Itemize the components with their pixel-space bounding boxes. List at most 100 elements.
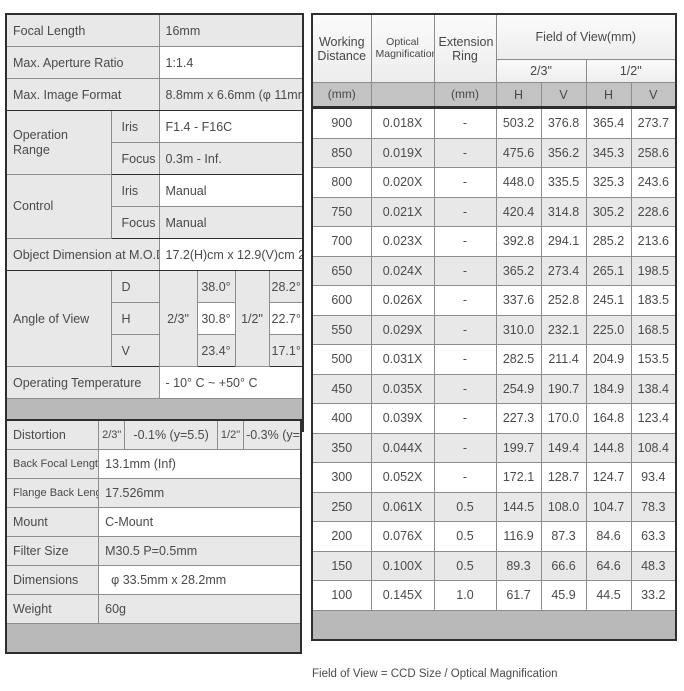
cell-optical-magnification: 0.061X <box>370 491 435 522</box>
cell-v-half: 123.4 <box>630 403 677 434</box>
cell-optical-magnification: 0.020X <box>370 167 435 198</box>
working-distance-line2: Distance <box>317 48 367 63</box>
spec-value-max-aperture-ratio: 1:1.4 <box>158 46 304 79</box>
cell-v-two-thirds: 128.7 <box>540 462 587 493</box>
cell-v-half: 138.4 <box>630 373 677 404</box>
optical-specifications-body: Focal Length 16mm Max. Aperture Ratio 1:… <box>5 13 304 432</box>
cell-extension-ring: - <box>433 344 497 375</box>
table-row: 850 0.019X -475.6 356.2 345.3 258.6 <box>311 137 677 168</box>
unit-header-optical-magnification <box>370 82 435 109</box>
cell-optical-magnification: 0.029X <box>370 314 435 345</box>
cell-h-two-thirds: 199.7 <box>495 432 542 463</box>
cell-h-two-thirds: 172.1 <box>495 462 542 493</box>
cell-h-half: 365.4 <box>585 107 632 139</box>
table-row: Mount C-Mount <box>5 507 302 537</box>
mechanical-specifications-table: Distortion 2/3" -0.1% (y=5.5) 1/2" -0.3%… <box>5 419 302 654</box>
cell-v-half: 183.5 <box>630 285 677 316</box>
table-row: 250 0.061X 0.5 144.5 108.0 104.7 78.3 <box>311 491 677 522</box>
unit-header-v-half: V <box>630 82 677 109</box>
cell-extension-ring: - <box>433 285 497 316</box>
spec-label-angle-of-view: Angle of View <box>5 270 112 367</box>
cell-working-distance: 500 <box>311 344 372 375</box>
cell-v-two-thirds: 190.7 <box>540 373 587 404</box>
cell-h-two-thirds: 61.7 <box>495 580 542 611</box>
spec-label-mount: Mount <box>5 507 100 537</box>
table-row: Weight 60g <box>5 594 302 624</box>
spec-label-max-image-format: Max. Image Format <box>5 78 160 111</box>
distortion-format-half: 1/2" <box>216 419 245 450</box>
cell-optical-magnification: 0.023X <box>370 226 435 257</box>
cell-h-half: 204.9 <box>585 344 632 375</box>
cell-extension-ring: - <box>433 462 497 493</box>
cell-h-two-thirds: 310.0 <box>495 314 542 345</box>
unit-header-v-two-thirds: V <box>540 82 587 109</box>
table-row: Distortion 2/3" -0.1% (y=5.5) 1/2" -0.3%… <box>5 419 302 450</box>
cell-h-two-thirds: 227.3 <box>495 403 542 434</box>
table-row: Flange Back Length 17.526mm <box>5 478 302 508</box>
table-row: Max. Image Format 8.8mm x 6.6mm (φ 11mm) <box>5 78 304 111</box>
cell-extension-ring: - <box>433 432 497 463</box>
cell-optical-magnification: 0.021X <box>370 196 435 227</box>
cell-extension-ring: 0.5 <box>433 521 497 552</box>
cell-v-half: 228.6 <box>630 196 677 227</box>
angle-axis-d: D <box>110 270 160 303</box>
spec-value-dimensions: φ 33.5mm x 28.2mm <box>98 565 302 595</box>
cell-working-distance: 450 <box>311 373 372 404</box>
table-row: Angle of View D 2/3" 38.0° 1/2" 28.2° <box>5 270 304 367</box>
cell-working-distance: 750 <box>311 196 372 227</box>
unit-header-working-distance: (mm) <box>311 82 372 109</box>
table-row: Dimensions φ 33.5mm x 28.2mm <box>5 565 302 595</box>
angle-value-v-two-thirds: 23.4° <box>196 334 236 367</box>
cell-working-distance: 650 <box>311 255 372 286</box>
cell-h-half: 305.2 <box>585 196 632 227</box>
cell-working-distance: 850 <box>311 137 372 168</box>
cell-h-two-thirds: 337.6 <box>495 285 542 316</box>
cell-h-half: 325.3 <box>585 167 632 198</box>
spec-value-weight: 60g <box>98 594 302 624</box>
column-header-format-two-thirds: 2/3" <box>495 59 587 83</box>
spec-label-distortion: Distortion <box>5 419 100 450</box>
footer-strip <box>311 609 677 641</box>
cell-v-two-thirds: 335.5 <box>540 167 587 198</box>
angle-value-d-two-thirds: 38.0° <box>196 270 236 303</box>
cell-h-two-thirds: 89.3 <box>495 550 542 581</box>
cell-working-distance: 150 <box>311 550 372 581</box>
spec-value-back-focal-length: 13.1mm (Inf) <box>98 449 302 479</box>
cell-v-half: 48.3 <box>630 550 677 581</box>
spec-value-max-image-format: 8.8mm x 6.6mm (φ 11mm) <box>158 78 304 111</box>
cell-optical-magnification: 0.145X <box>370 580 435 611</box>
spec-sublabel-operation-iris: Iris <box>110 110 160 143</box>
table-row: Operating Temperature - 10° C ~ +50° C <box>5 366 304 399</box>
cell-working-distance: 900 <box>311 107 372 139</box>
mechanical-specifications-body: Distortion 2/3" -0.1% (y=5.5) 1/2" -0.3%… <box>5 419 302 654</box>
cell-extension-ring: 1.0 <box>433 580 497 611</box>
field-of-view-header: Working Distance Optical Magnification E… <box>311 13 677 109</box>
cell-h-half: 225.0 <box>585 314 632 345</box>
column-header-extension-ring: Extension Ring <box>433 13 497 83</box>
working-distance-line1: Working <box>318 34 365 49</box>
spec-label-weight: Weight <box>5 594 100 624</box>
column-header-field-of-view: Field of View(mm) <box>495 13 677 60</box>
cell-v-two-thirds: 294.1 <box>540 226 587 257</box>
table-row: 500 0.031X -282.5 211.4 204.9 153.5 <box>311 344 677 375</box>
spec-label-operating-temperature: Operating Temperature <box>5 366 160 399</box>
spec-label-dimensions: Dimensions <box>5 565 100 595</box>
cell-working-distance: 800 <box>311 167 372 198</box>
spec-value-object-dimension: 17.2(H)cm x 12.9(V)cm 2/3" <box>158 238 304 271</box>
spec-label-flange-back-length: Flange Back Length <box>5 478 100 508</box>
cell-extension-ring: - <box>433 373 497 404</box>
footer-strip <box>5 623 302 654</box>
cell-h-half: 164.8 <box>585 403 632 434</box>
cell-optical-magnification: 0.076X <box>370 521 435 552</box>
angle-value-h-two-thirds: 30.8° <box>196 302 236 335</box>
spec-value-focal-length: 16mm <box>158 13 304 47</box>
extension-ring-line1: Extension <box>438 34 494 49</box>
cell-h-half: 184.9 <box>585 373 632 404</box>
column-header-optical-magnification: Optical Magnification <box>370 13 435 83</box>
header-row-primary: Working Distance Optical Magnification E… <box>311 13 677 83</box>
cell-h-two-thirds: 448.0 <box>495 167 542 198</box>
cell-v-two-thirds: 232.1 <box>540 314 587 345</box>
table-row: Filter Size M30.5 P=0.5mm <box>5 536 302 566</box>
optical-magnification-line1: Optical <box>386 35 419 48</box>
spec-sublabel-control-iris: Iris <box>110 174 160 207</box>
